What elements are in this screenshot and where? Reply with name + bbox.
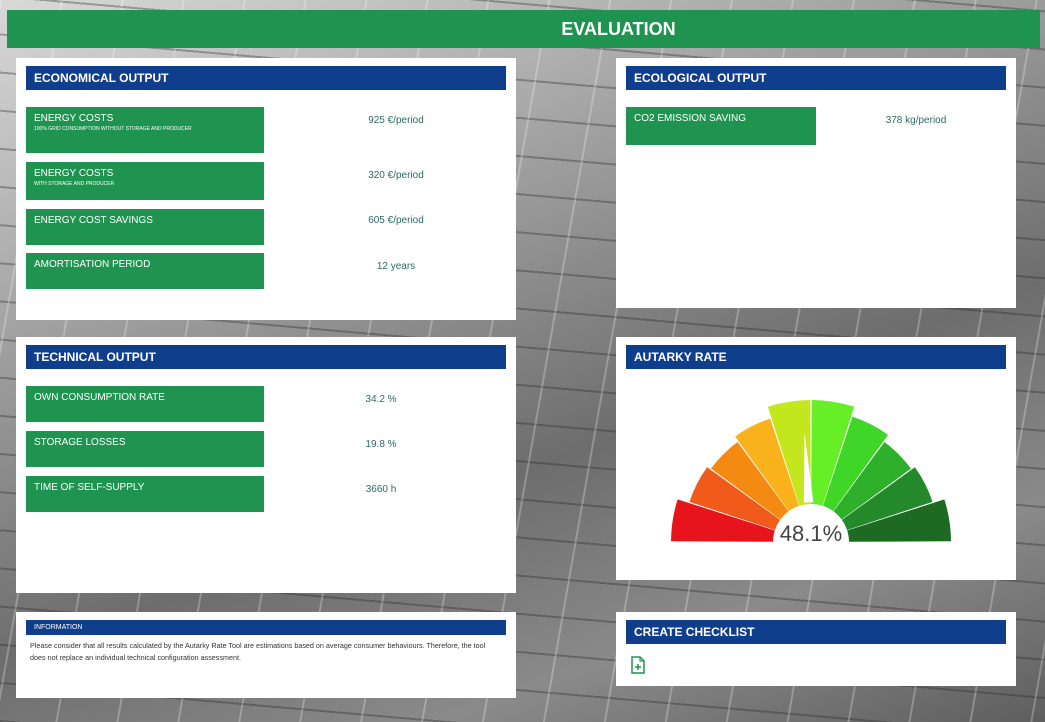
row-label: CO2 EMISSION SAVING xyxy=(634,113,747,124)
information-text: Please consider that all results calcula… xyxy=(30,641,486,662)
autarky-rate-title: AUTARKY RATE xyxy=(626,345,1006,369)
co2-saving-label: CO2 EMISSION SAVING xyxy=(626,107,816,145)
economical-output-card: ECONOMICAL OUTPUT ENERGY COSTS 100% GRID… xyxy=(16,58,516,320)
energy-cost-savings-row: ENERGY COST SAVINGS 605 €/period xyxy=(26,209,424,245)
row-label: OWN CONSUMPTION RATE xyxy=(34,392,165,403)
own-consumption-row: OWN CONSUMPTION RATE 34.2 % xyxy=(26,386,397,422)
document-add-icon[interactable] xyxy=(630,656,646,675)
row-sublabel: WITH STORAGE AND PRODUCER xyxy=(34,181,115,187)
energy-cost-savings-value: 605 €/period xyxy=(368,215,424,226)
evaluation-page: { "header": { "title": "EVALUATION" }, "… xyxy=(0,0,1045,722)
row-label: STORAGE LOSSES xyxy=(34,437,126,448)
autarky-rate-card: AUTARKY RATE 48.1% xyxy=(616,337,1016,580)
ecological-output-card: ECOLOGICAL OUTPUT CO2 EMISSION SAVING 37… xyxy=(616,58,1016,308)
row-label: ENERGY COSTS xyxy=(34,168,114,179)
energy-costs-storage-value: 320 €/period xyxy=(368,170,424,181)
energy-costs-grid-value: 925 €/period xyxy=(368,115,424,126)
information-card: INFORMATION Please consider that all res… xyxy=(16,612,516,698)
energy-costs-grid-row: ENERGY COSTS 100% GRID CONSUMPTION WITHO… xyxy=(26,107,424,153)
row-label: TIME OF SELF-SUPPLY xyxy=(34,482,145,493)
amortisation-period-value: 12 years xyxy=(376,261,416,272)
storage-losses-value: 19.8 % xyxy=(365,439,397,450)
storage-losses-row: STORAGE LOSSES 19.8 % xyxy=(26,431,397,467)
co2-saving-value: 378 kg/period xyxy=(885,115,947,126)
energy-costs-storage-label: ENERGY COSTS WITH STORAGE AND PRODUCER xyxy=(26,162,264,200)
energy-cost-savings-label: ENERGY COST SAVINGS xyxy=(26,209,264,245)
gauge-center-disc xyxy=(791,552,831,557)
economical-output-title: ECONOMICAL OUTPUT xyxy=(26,66,506,90)
technical-output-card: TECHNICAL OUTPUT OWN CONSUMPTION RATE 34… xyxy=(16,337,516,593)
amortisation-period-label: AMORTISATION PERIOD xyxy=(26,253,264,289)
self-supply-value: 3660 h xyxy=(365,484,397,495)
create-checklist-card: CREATE CHECKLIST xyxy=(616,612,1016,686)
page-header: EVALUATION xyxy=(7,10,1040,48)
row-label: ENERGY COSTS xyxy=(34,113,114,124)
storage-losses-label: STORAGE LOSSES xyxy=(26,431,264,467)
row-label: ENERGY COST SAVINGS xyxy=(34,215,153,226)
autarky-gauge: 48.1% xyxy=(671,400,951,557)
row-label: AMORTISATION PERIOD xyxy=(34,259,151,270)
own-consumption-label: OWN CONSUMPTION RATE xyxy=(26,386,264,422)
co2-saving-row: CO2 EMISSION SAVING 378 kg/period xyxy=(626,107,946,145)
ecological-output-title: ECOLOGICAL OUTPUT xyxy=(626,66,1006,90)
autarky-rate-value: 48.1% xyxy=(780,521,842,546)
technical-output-title: TECHNICAL OUTPUT xyxy=(26,345,506,369)
own-consumption-value: 34.2 % xyxy=(365,394,397,405)
energy-costs-grid-label: ENERGY COSTS 100% GRID CONSUMPTION WITHO… xyxy=(26,107,264,153)
create-checklist-title: CREATE CHECKLIST xyxy=(626,620,1006,644)
energy-costs-storage-row: ENERGY COSTS WITH STORAGE AND PRODUCER 3… xyxy=(26,162,424,200)
page-title: EVALUATION xyxy=(561,18,676,39)
self-supply-label: TIME OF SELF-SUPPLY xyxy=(26,476,264,512)
amortisation-period-row: AMORTISATION PERIOD 12 years xyxy=(26,253,415,289)
row-sublabel: 100% GRID CONSUMPTION WITHOUT STORAGE AN… xyxy=(34,126,192,132)
self-supply-row: TIME OF SELF-SUPPLY 3660 h xyxy=(26,476,396,512)
information-title: INFORMATION xyxy=(26,620,506,635)
